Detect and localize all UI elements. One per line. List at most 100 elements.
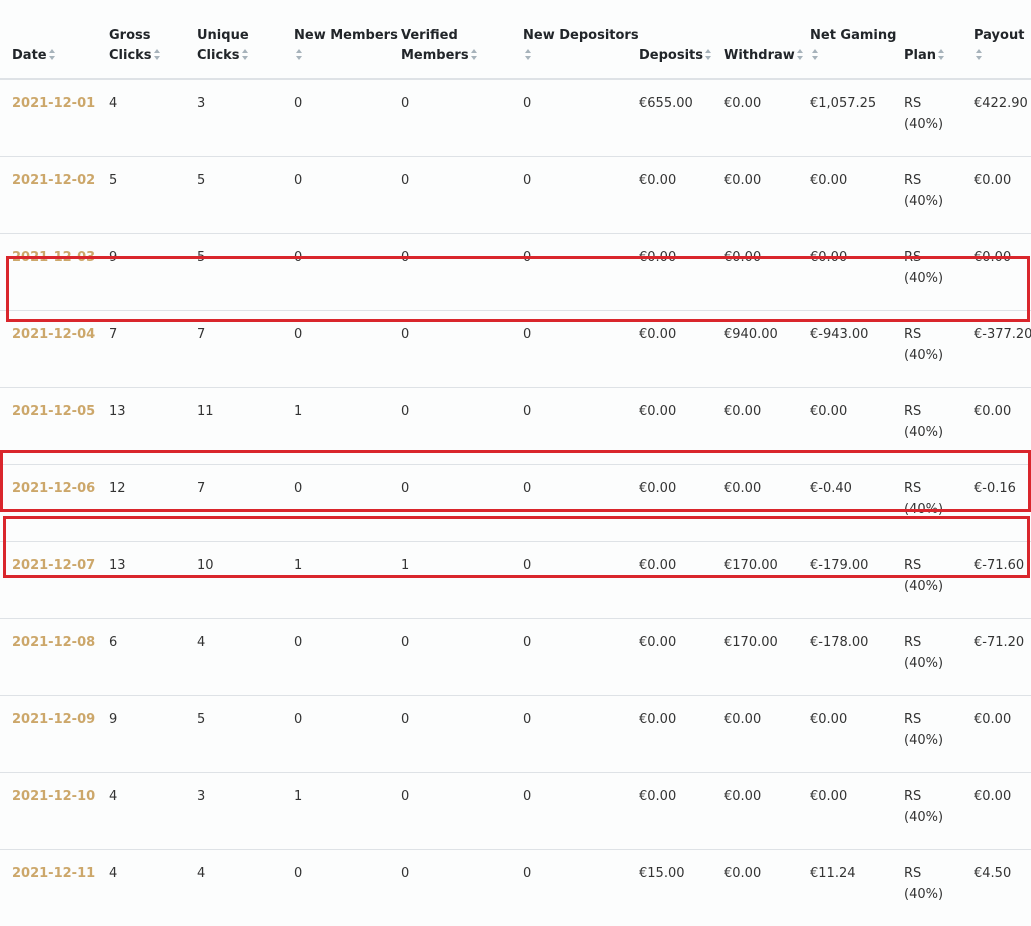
net-gaming-cell: €-179.00 [810,542,904,619]
plan-percent: (40%) [904,884,974,905]
plan-name: RS [904,632,974,653]
plan-percent: (40%) [904,730,974,751]
column-header-unique-clicks[interactable]: Unique Clicks [197,0,294,79]
new-members-cell: 1 [294,542,401,619]
new-depositors-cell: 0 [523,234,639,311]
table-row: 2021-12-01 4 3 0 0 0 €655.00 €0.00 €1,05… [0,79,1031,157]
net-gaming-cell: €0.00 [810,157,904,234]
plan-name: RS [904,247,974,268]
new-depositors-cell: 0 [523,388,639,465]
plan-name: RS [904,170,974,191]
column-header-payout[interactable]: Payout [974,0,1031,79]
table-row: 2021-12-02 5 5 0 0 0 €0.00 €0.00 €0.00 R… [0,157,1031,234]
new-depositors-cell: 0 [523,542,639,619]
gross-clicks-cell: 5 [109,157,197,234]
table-row: 2021-12-05 13 11 1 0 0 €0.00 €0.00 €0.00… [0,388,1031,465]
sort-icon[interactable] [471,49,478,60]
table-row: 2021-12-04 7 7 0 0 0 €0.00 €940.00 €-943… [0,311,1031,388]
plan-cell: RS(40%) [904,234,974,311]
plan-cell: RS(40%) [904,388,974,465]
withdraw-cell: €0.00 [724,157,810,234]
plan-name: RS [904,324,974,345]
payout-cell: €-71.60 [974,542,1031,619]
sort-icon[interactable] [705,49,712,60]
column-header-label: Gross Clicks [109,28,152,63]
plan-cell: RS(40%) [904,465,974,542]
column-header-label: Date [12,48,47,63]
sort-icon[interactable] [976,49,983,60]
plan-cell: RS(40%) [904,773,974,850]
date-link[interactable]: 2021-12-08 [12,635,95,650]
plan-name: RS [904,709,974,730]
deposits-cell: €0.00 [639,619,724,696]
date-cell: 2021-12-10 [0,773,109,850]
column-header-verified-members[interactable]: Verified Members [401,0,523,79]
gross-clicks-cell: 7 [109,311,197,388]
date-cell: 2021-12-09 [0,696,109,773]
withdraw-cell: €0.00 [724,850,810,926]
new-members-cell: 0 [294,619,401,696]
column-header-gross-clicks[interactable]: Gross Clicks [109,0,197,79]
withdraw-cell: €940.00 [724,311,810,388]
withdraw-cell: €0.00 [724,79,810,157]
sort-icon[interactable] [797,49,804,60]
date-link[interactable]: 2021-12-03 [12,250,95,265]
date-cell: 2021-12-02 [0,157,109,234]
sort-icon[interactable] [938,49,945,60]
column-header-withdraw[interactable]: Withdraw [724,0,810,79]
date-link[interactable]: 2021-12-07 [12,558,95,573]
gross-clicks-cell: 12 [109,465,197,542]
deposits-cell: €0.00 [639,311,724,388]
verified-members-cell: 0 [401,696,523,773]
table-body: 2021-12-01 4 3 0 0 0 €655.00 €0.00 €1,05… [0,79,1031,926]
plan-name: RS [904,786,974,807]
sort-icon[interactable] [296,49,303,60]
plan-percent: (40%) [904,345,974,366]
plan-name: RS [904,863,974,884]
gross-clicks-cell: 4 [109,850,197,926]
date-link[interactable]: 2021-12-11 [12,866,95,881]
date-link[interactable]: 2021-12-05 [12,404,95,419]
table-row: 2021-12-09 9 5 0 0 0 €0.00 €0.00 €0.00 R… [0,696,1031,773]
new-members-cell: 0 [294,157,401,234]
plan-name: RS [904,93,974,114]
verified-members-cell: 0 [401,619,523,696]
column-header-plan[interactable]: Plan [904,0,974,79]
new-depositors-cell: 0 [523,619,639,696]
column-header-new-depositors[interactable]: New Depositors [523,0,639,79]
plan-percent: (40%) [904,268,974,289]
sort-icon[interactable] [812,49,819,60]
date-link[interactable]: 2021-12-04 [12,327,95,342]
date-link[interactable]: 2021-12-02 [12,173,95,188]
unique-clicks-cell: 3 [197,79,294,157]
sort-icon[interactable] [49,49,56,60]
column-header-new-members[interactable]: New Members [294,0,401,79]
net-gaming-cell: €0.00 [810,388,904,465]
column-header-deposits[interactable]: Deposits [639,0,724,79]
payout-cell: €0.00 [974,234,1031,311]
withdraw-cell: €170.00 [724,542,810,619]
column-header-date[interactable]: Date [0,0,109,79]
sort-icon[interactable] [154,49,161,60]
payout-cell: €-71.20 [974,619,1031,696]
deposits-cell: €0.00 [639,465,724,542]
date-link[interactable]: 2021-12-09 [12,712,95,727]
withdraw-cell: €0.00 [724,773,810,850]
date-cell: 2021-12-07 [0,542,109,619]
sort-icon[interactable] [242,49,249,60]
gross-clicks-cell: 4 [109,79,197,157]
payout-cell: €0.00 [974,773,1031,850]
unique-clicks-cell: 11 [197,388,294,465]
plan-cell: RS(40%) [904,850,974,926]
verified-members-cell: 0 [401,79,523,157]
new-depositors-cell: 0 [523,157,639,234]
date-link[interactable]: 2021-12-01 [12,96,95,111]
deposits-cell: €655.00 [639,79,724,157]
withdraw-cell: €0.00 [724,388,810,465]
sort-icon[interactable] [525,49,532,60]
column-header-net-gaming[interactable]: Net Gaming [810,0,904,79]
date-link[interactable]: 2021-12-06 [12,481,95,496]
date-link[interactable]: 2021-12-10 [12,789,95,804]
new-members-cell: 0 [294,850,401,926]
net-gaming-cell: €-0.40 [810,465,904,542]
